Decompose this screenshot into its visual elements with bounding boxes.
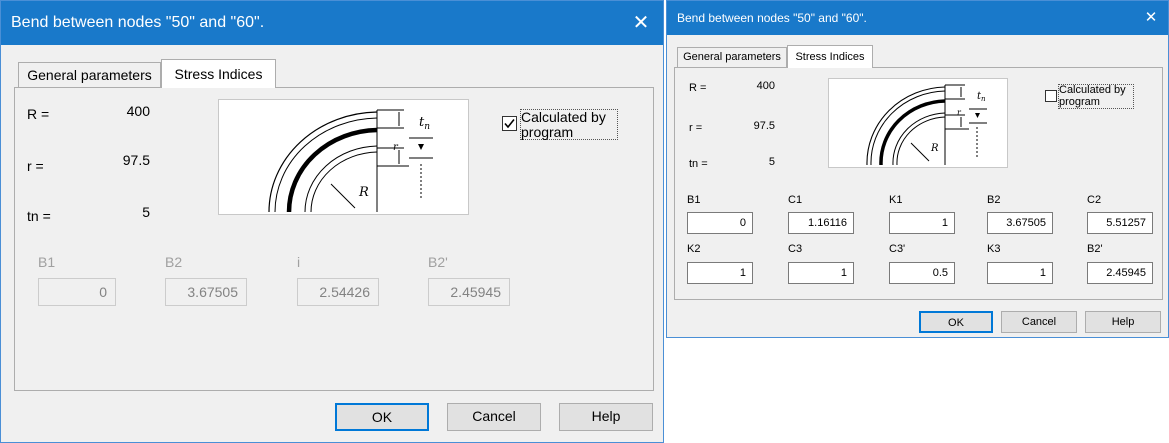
svg-text:tn: tn [977, 91, 986, 103]
field-K2[interactable]: 1 [687, 262, 753, 284]
svg-text:r: r [957, 108, 962, 117]
field-i: 2.54426 [297, 278, 379, 306]
field-label-B1: B1 [38, 254, 56, 270]
field-B1[interactable]: 0 [687, 212, 753, 234]
bend-dialog-stress-indices: Bend between nodes "50" and "60". ✕ Gene… [666, 0, 1169, 338]
bend-dialog-disabled-fields: Bend between nodes "50" and "60". ✕ Gene… [0, 0, 664, 443]
bend-diagram: tn r R [218, 99, 469, 215]
field-B1: 0 [38, 278, 116, 306]
param-label-R: R = [27, 106, 50, 122]
field-label-K1: K1 [889, 194, 903, 206]
field-C3-prime[interactable]: 0.5 [889, 262, 955, 284]
cancel-button[interactable]: Cancel [1001, 311, 1077, 333]
svg-text:R: R [930, 143, 939, 154]
tab-label: General parameters [683, 51, 781, 63]
field-label-C1: C1 [788, 194, 803, 206]
bend-diagram-drawing: tn r R [268, 109, 433, 213]
svg-text:tn: tn [419, 115, 430, 132]
bend-diagram: tn r R [828, 78, 1008, 168]
field-label-B2-prime: B2' [1087, 243, 1103, 255]
close-icon[interactable]: ✕ [1134, 1, 1168, 35]
field-B2[interactable]: 3.67505 [987, 212, 1053, 234]
tab-general-parameters[interactable]: General parameters [677, 47, 787, 68]
field-label-B2-prime: B2' [428, 254, 448, 270]
field-B2-prime[interactable]: 2.45945 [1087, 262, 1153, 284]
tab-panel: R = 400 r = 97.5 tn = 5 tn r R Calculate… [674, 67, 1163, 300]
dialog-title: Bend between nodes "50" and "60". [11, 14, 265, 31]
title-bar: Bend between nodes "50" and "60". ✕ [1, 1, 663, 45]
param-value-R: 400 [126, 103, 150, 119]
ok-button[interactable]: OK [335, 403, 429, 431]
tab-general-parameters[interactable]: General parameters [18, 62, 161, 88]
field-C2[interactable]: 5.51257 [1087, 212, 1153, 234]
field-B2: 3.67505 [165, 278, 247, 306]
param-label-tn: tn = [27, 208, 51, 224]
field-K3[interactable]: 1 [987, 262, 1053, 284]
cancel-button[interactable]: Cancel [447, 403, 541, 431]
checkmark-icon [504, 119, 515, 129]
param-value-R: 400 [756, 80, 775, 92]
tab-label: Stress Indices [795, 51, 865, 63]
field-label-B2: B2 [987, 194, 1001, 206]
calculated-by-program-label[interactable]: Calculated by program [1058, 84, 1134, 110]
field-label-B2: B2 [165, 254, 183, 270]
field-label-K2: K2 [687, 243, 701, 255]
field-label-C3-prime: C3' [889, 243, 906, 255]
ok-button[interactable]: OK [919, 311, 993, 333]
calculated-by-program-label[interactable]: Calculated by program [520, 109, 618, 141]
field-label-C2: C2 [1087, 194, 1102, 206]
param-label-tn: tn = [689, 158, 708, 170]
tab-stress-indices[interactable]: Stress Indices [161, 59, 276, 88]
tab-label: Stress Indices [174, 66, 263, 82]
title-bar: Bend between nodes "50" and "60". ✕ [667, 1, 1168, 35]
param-value-r: 97.5 [122, 152, 150, 168]
dialog-title: Bend between nodes "50" and "60". [677, 11, 867, 25]
param-label-R: R = [689, 82, 707, 94]
field-label-C3: C3 [788, 243, 803, 255]
help-button[interactable]: Help [559, 403, 653, 431]
svg-text:R: R [358, 185, 369, 200]
tab-panel: R = 400 r = 97.5 tn = 5 tn r R Calculate… [14, 87, 654, 391]
field-label-K3: K3 [987, 243, 1001, 255]
field-C1[interactable]: 1.16116 [788, 212, 854, 234]
field-C3[interactable]: 1 [788, 262, 854, 284]
field-label-i: i [297, 254, 301, 270]
tab-label: General parameters [27, 67, 152, 83]
calculated-by-program-checkbox[interactable] [1045, 90, 1057, 102]
param-value-r: 97.5 [753, 120, 775, 132]
field-B2-prime: 2.45945 [428, 278, 510, 306]
calculated-by-program-checkbox[interactable] [502, 116, 517, 131]
help-button[interactable]: Help [1085, 311, 1161, 333]
param-label-r: r = [689, 122, 703, 134]
param-label-r: r = [27, 158, 44, 174]
param-value-tn: 5 [142, 204, 150, 220]
bend-diagram-drawing: tn r R [866, 84, 987, 166]
field-K1[interactable]: 1 [889, 212, 955, 234]
close-icon[interactable]: ✕ [619, 1, 663, 45]
field-label-B1: B1 [687, 194, 701, 206]
tab-stress-indices[interactable]: Stress Indices [787, 45, 873, 68]
param-value-tn: 5 [768, 156, 775, 168]
